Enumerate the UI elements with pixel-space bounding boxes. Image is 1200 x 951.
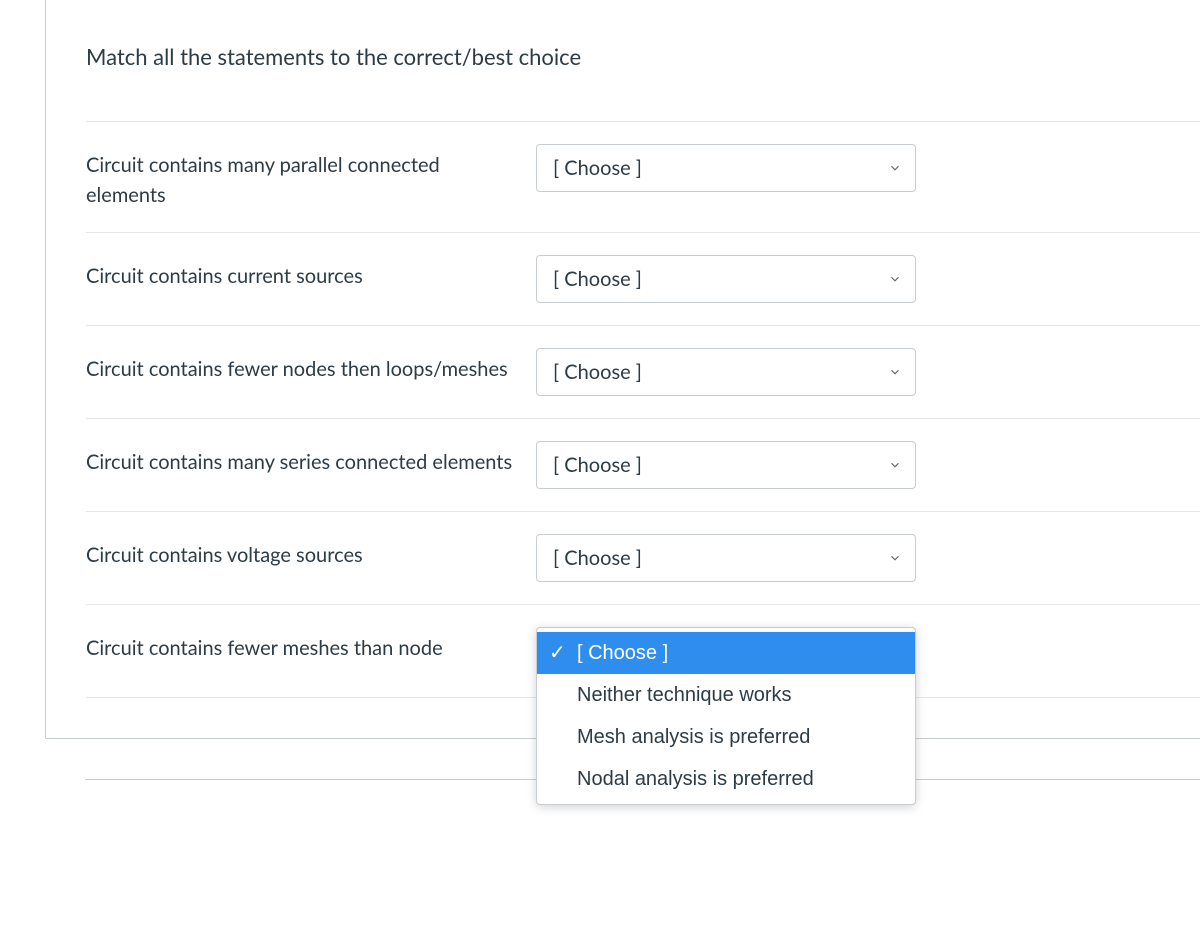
- select-value: [ Choose ]: [553, 264, 642, 294]
- question-prompt: Match all the statements to the correct/…: [86, 40, 1200, 73]
- dropdown-option[interactable]: Neither technique works: [537, 674, 915, 716]
- option-label: [ Choose ]: [577, 642, 668, 664]
- select-box[interactable]: [ Choose ]: [536, 534, 916, 582]
- answer-select[interactable]: [ Choose ] ✓ [ Choose ] Neither techniqu…: [536, 627, 916, 675]
- statement-text: Circuit contains fewer meshes than node: [86, 627, 516, 663]
- question-body: Match all the statements to the correct/…: [46, 0, 1200, 739]
- match-row: Circuit contains voltage sources [ Choos…: [86, 511, 1200, 604]
- select-box[interactable]: [ Choose ]: [536, 255, 916, 303]
- dropdown-option[interactable]: Nodal analysis is preferred: [537, 758, 915, 800]
- statement-text: Circuit contains many series connected e…: [86, 441, 516, 477]
- match-row: Circuit contains fewer nodes then loops/…: [86, 325, 1200, 418]
- select-value: [ Choose ]: [553, 450, 642, 480]
- statement-text: Circuit contains current sources: [86, 255, 516, 291]
- check-icon: ✓: [549, 638, 566, 668]
- select-value: [ Choose ]: [553, 543, 642, 573]
- answer-select[interactable]: [ Choose ]: [536, 534, 916, 582]
- answer-select[interactable]: [ Choose ]: [536, 255, 916, 303]
- match-row: Circuit contains many parallel connected…: [86, 121, 1200, 232]
- statement-text: Circuit contains voltage sources: [86, 534, 516, 570]
- dropdown-option[interactable]: Mesh analysis is preferred: [537, 716, 915, 758]
- select-value: [ Choose ]: [553, 357, 642, 387]
- answer-select[interactable]: [ Choose ]: [536, 144, 916, 192]
- match-row: Circuit contains many series connected e…: [86, 418, 1200, 511]
- answer-select[interactable]: [ Choose ]: [536, 348, 916, 396]
- select-value: [ Choose ]: [553, 153, 642, 183]
- option-label: Mesh analysis is preferred: [577, 726, 810, 748]
- select-box[interactable]: [ Choose ]: [536, 348, 916, 396]
- option-label: Neither technique works: [577, 684, 792, 706]
- dropdown-option[interactable]: ✓ [ Choose ]: [537, 632, 915, 674]
- match-row: Circuit contains fewer meshes than node …: [86, 604, 1200, 698]
- match-row: Circuit contains current sources [ Choos…: [86, 232, 1200, 325]
- dropdown-menu: ✓ [ Choose ] Neither technique works Mes…: [536, 627, 916, 805]
- option-label: Nodal analysis is preferred: [577, 768, 814, 790]
- answer-select[interactable]: [ Choose ]: [536, 441, 916, 489]
- statement-text: Circuit contains many parallel connected…: [86, 144, 516, 210]
- select-box[interactable]: [ Choose ]: [536, 144, 916, 192]
- select-box[interactable]: [ Choose ]: [536, 441, 916, 489]
- question-panel: Match all the statements to the correct/…: [45, 0, 1200, 739]
- statement-text: Circuit contains fewer nodes then loops/…: [86, 348, 516, 384]
